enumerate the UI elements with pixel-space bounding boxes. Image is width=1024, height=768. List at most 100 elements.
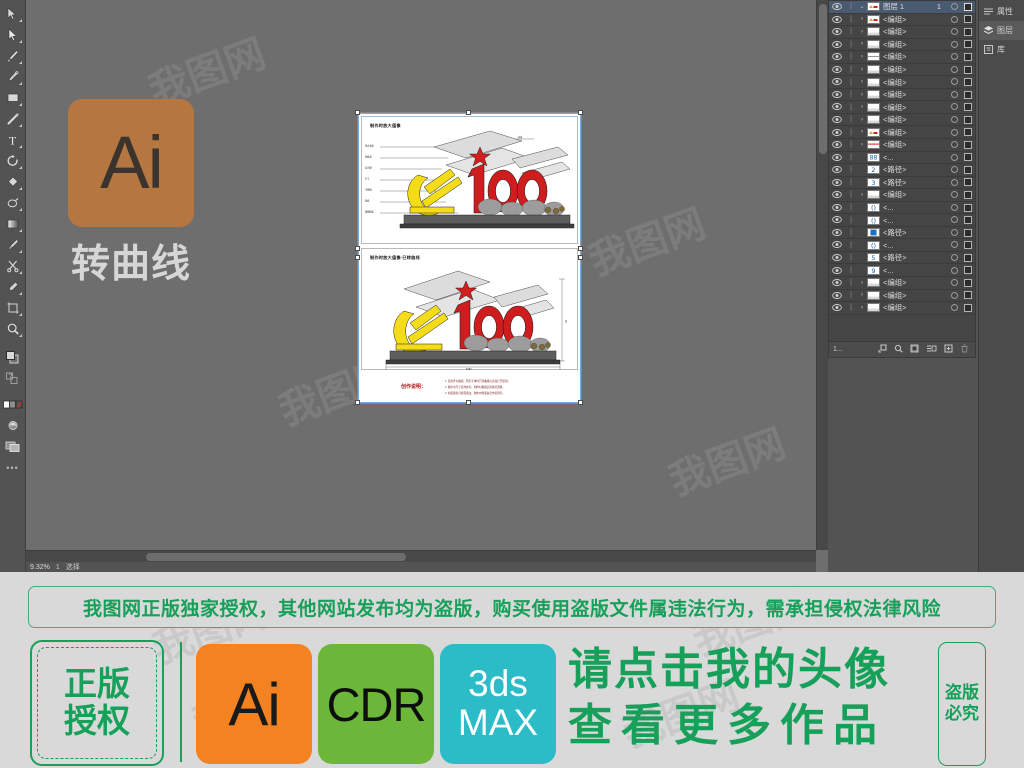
layer-row[interactable]: | › <编组> xyxy=(829,101,975,114)
layer-row[interactable]: | 3 <路径> xyxy=(829,177,975,190)
direct-selection-tool[interactable] xyxy=(2,24,24,45)
layer-selection-square[interactable] xyxy=(961,27,975,36)
selection-tool[interactable] xyxy=(2,3,24,24)
layer-selection-square[interactable] xyxy=(961,165,975,174)
layer-selection-square[interactable] xyxy=(961,228,975,237)
selection-handle-ne[interactable] xyxy=(578,110,583,115)
more-tools-button[interactable]: ••• xyxy=(2,457,24,478)
layer-lock-toggle[interactable]: | xyxy=(845,242,857,249)
layer-visibility-icon[interactable] xyxy=(829,40,845,48)
layer-visibility-icon[interactable] xyxy=(829,153,845,161)
layer-row[interactable]: | › <编组> xyxy=(829,64,975,77)
layer-lock-toggle[interactable]: | xyxy=(845,229,857,236)
line-segment-tool[interactable] xyxy=(2,108,24,129)
layer-target-indicator[interactable] xyxy=(947,254,961,262)
layer-row[interactable]: | › <编组> xyxy=(829,114,975,127)
search-layer-icon[interactable] xyxy=(894,344,903,355)
layer-lock-toggle[interactable]: | xyxy=(845,191,857,198)
layer-visibility-icon[interactable] xyxy=(829,166,845,174)
layer-target-indicator[interactable] xyxy=(947,65,961,73)
make-clipping-mask-icon[interactable] xyxy=(910,344,919,355)
artboard-number[interactable]: 1 xyxy=(56,564,60,571)
layer-target-indicator[interactable] xyxy=(947,166,961,174)
layer-row[interactable]: | 9 <... xyxy=(829,264,975,278)
layer-visibility-icon[interactable] xyxy=(829,254,845,261)
horizontal-scroll-thumb[interactable] xyxy=(146,553,406,561)
layer-visibility-icon[interactable] xyxy=(829,241,845,249)
layer-lock-toggle[interactable]: | xyxy=(845,116,857,123)
layer-expand-arrow[interactable]: › xyxy=(857,79,867,85)
layer-lock-toggle[interactable]: | xyxy=(845,16,857,23)
layer-visibility-icon[interactable] xyxy=(829,116,845,123)
layer-expand-arrow[interactable]: › xyxy=(857,142,867,148)
selection-handle-se[interactable] xyxy=(578,400,583,405)
layer-selection-square[interactable] xyxy=(961,241,975,250)
selection-handle-n[interactable] xyxy=(466,110,471,115)
shape-builder-tool[interactable] xyxy=(2,171,24,192)
layer-expand-arrow[interactable]: › xyxy=(857,292,867,298)
layer-target-indicator[interactable] xyxy=(947,40,961,48)
selection-handle-w[interactable] xyxy=(355,255,360,260)
layer-visibility-icon[interactable] xyxy=(829,279,845,287)
selection-handle-sw[interactable] xyxy=(355,400,360,405)
layer-target-indicator[interactable] xyxy=(947,128,961,136)
layer-lock-toggle[interactable]: | xyxy=(845,91,857,98)
layer-visibility-icon[interactable] xyxy=(829,15,845,23)
color-mode-swatch[interactable] xyxy=(2,394,24,415)
gradient-mesh-tool[interactable] xyxy=(2,192,24,213)
layer-selection-square[interactable] xyxy=(961,115,975,124)
layer-expand-arrow[interactable]: › xyxy=(857,129,867,135)
layer-row[interactable]: | <路径> xyxy=(829,227,975,240)
layer-row[interactable]: | () <... xyxy=(829,202,975,215)
layer-selection-square[interactable] xyxy=(961,40,975,49)
layer-row[interactable]: | › <编组> xyxy=(829,189,975,202)
layer-visibility-icon[interactable] xyxy=(829,53,845,61)
layer-expand-arrow[interactable]: › xyxy=(857,192,867,198)
type-tool[interactable]: T xyxy=(2,129,24,150)
rotate-tool[interactable] xyxy=(2,150,24,171)
layer-visibility-icon[interactable] xyxy=(829,216,845,224)
layer-selection-square[interactable] xyxy=(961,90,975,99)
layer-row[interactable]: | › <编组> xyxy=(829,39,975,52)
layer-lock-toggle[interactable]: | xyxy=(845,129,857,136)
zoom-level[interactable]: 9.32% xyxy=(30,564,50,571)
layer-visibility-icon[interactable] xyxy=(829,178,845,186)
layer-lock-toggle[interactable]: | xyxy=(845,28,857,35)
layer-expand-arrow[interactable]: › xyxy=(857,67,867,73)
layer-visibility-icon[interactable] xyxy=(829,228,845,236)
layer-selection-square[interactable] xyxy=(961,266,975,275)
layer-selection-square[interactable] xyxy=(961,140,975,149)
zoom-tool[interactable] xyxy=(2,318,24,339)
layer-row[interactable]: | › <编组> xyxy=(829,126,975,140)
layer-selection-square[interactable] xyxy=(961,216,975,225)
canvas-vertical-scrollbar[interactable] xyxy=(816,0,828,550)
layer-selection-square[interactable] xyxy=(961,303,975,312)
pen-tool[interactable] xyxy=(2,45,24,66)
layer-target-indicator[interactable] xyxy=(947,15,961,23)
layer-target-indicator[interactable] xyxy=(947,53,961,61)
layer-lock-toggle[interactable]: | xyxy=(845,104,857,111)
default-fill-stroke-icon[interactable]: ? xyxy=(2,368,24,389)
tools-panel[interactable]: T ? ••• xyxy=(0,0,26,572)
layer-selection-square[interactable] xyxy=(961,253,975,262)
layer-visibility-icon[interactable] xyxy=(829,128,845,136)
layer-lock-toggle[interactable]: | xyxy=(845,204,857,211)
layer-lock-toggle[interactable]: | xyxy=(845,141,857,148)
call-to-action[interactable]: 请点击我的头像 查看更多作品 xyxy=(568,642,952,766)
layer-target-indicator[interactable] xyxy=(947,191,961,199)
layer-row[interactable]: | › <编组> xyxy=(829,26,975,39)
layer-expand-arrow[interactable]: › xyxy=(857,305,867,311)
layer-target-indicator[interactable] xyxy=(947,266,961,274)
eyedropper-tool[interactable] xyxy=(2,276,24,297)
status-bar[interactable]: 9.32% 1 选择 xyxy=(26,562,816,572)
gradient-tool[interactable] xyxy=(2,213,24,234)
rectangle-tool[interactable] xyxy=(2,87,24,108)
layer-target-indicator[interactable] xyxy=(947,103,961,111)
layer-selection-square[interactable] xyxy=(961,178,975,187)
layer-visibility-icon[interactable] xyxy=(829,3,845,11)
layer-visibility-icon[interactable] xyxy=(829,90,845,98)
layer-lock-toggle[interactable]: | xyxy=(845,66,857,73)
selection-handle-s[interactable] xyxy=(466,400,471,405)
layer-lock-toggle[interactable]: | xyxy=(845,254,857,261)
layer-visibility-icon[interactable] xyxy=(829,78,845,86)
